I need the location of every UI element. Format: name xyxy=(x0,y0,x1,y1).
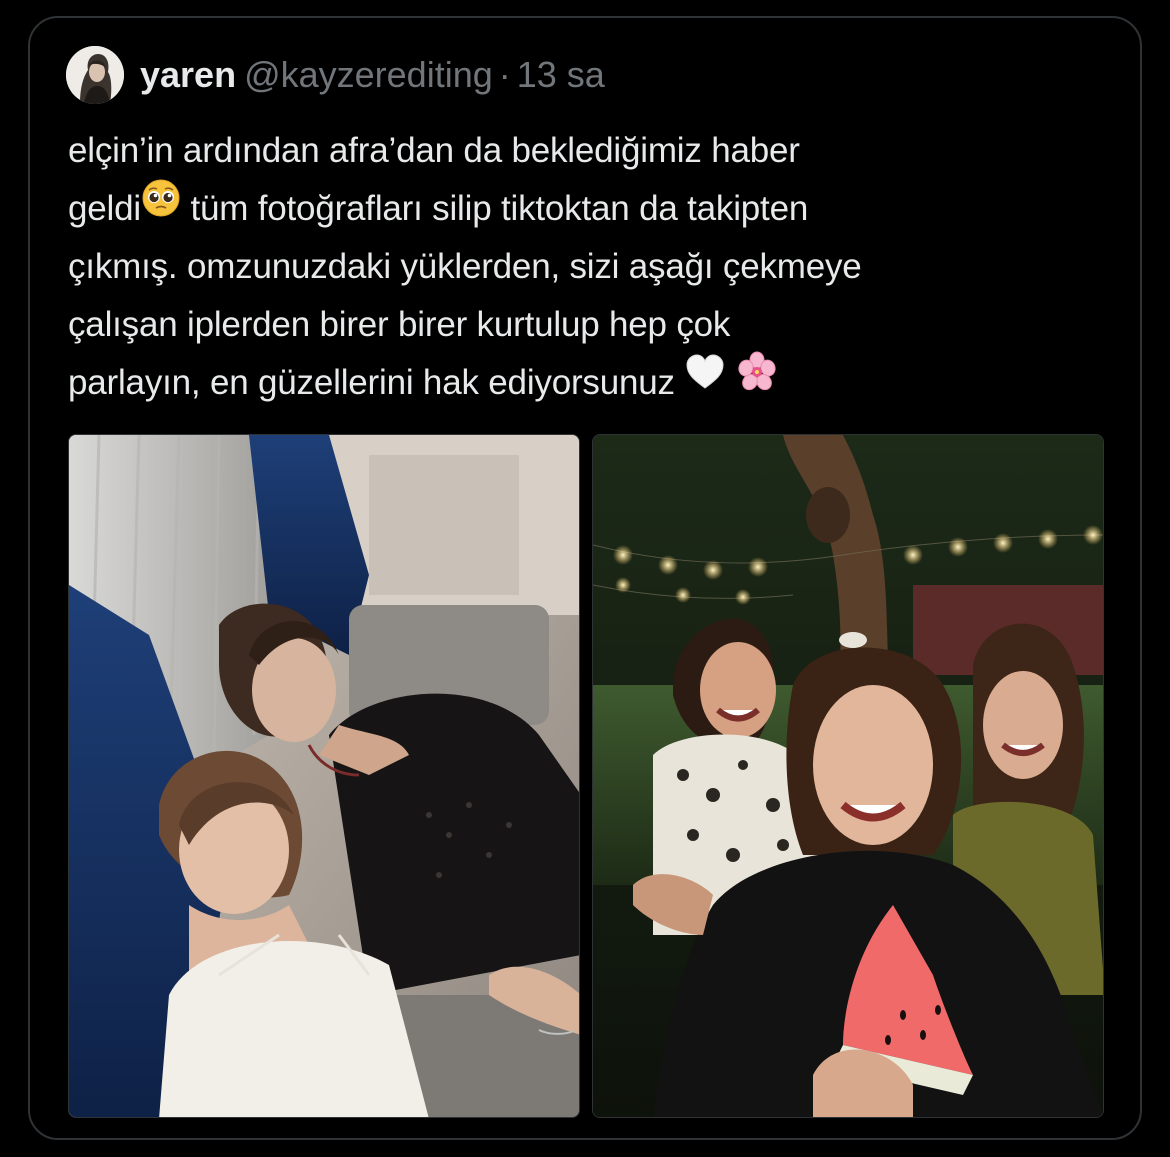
tweet-card[interactable]: yaren @kayzerediting · 13 sa elçin’in ar… xyxy=(28,16,1142,1140)
tweet-text-line: geldi tüm fotoğrafları silip tiktoktan d… xyxy=(68,178,1118,238)
tweet-text-segment: tüm fotoğrafları silip tiktoktan da taki… xyxy=(180,189,809,228)
pleading-face-emoji-icon xyxy=(141,178,181,236)
tweet-text: elçin’in ardından afra’dan da beklediğim… xyxy=(68,122,1118,412)
tweet-text-line: çıkmış. omzunuzdaki yüklerden, sizi aşağ… xyxy=(68,247,862,286)
cherry-blossom-emoji-icon xyxy=(736,351,778,411)
white-heart-emoji-icon xyxy=(684,352,726,410)
tweet-timestamp[interactable]: 13 sa xyxy=(517,54,605,96)
separator-dot: · xyxy=(498,54,511,95)
tweet-text-segment: geldi xyxy=(68,189,141,228)
tweet-text-line: parlayın, en güzellerini hak ediyorsunuz xyxy=(68,351,1118,412)
photo-friends-night-selfie[interactable] xyxy=(592,434,1104,1118)
tweet-header: yaren @kayzerediting · 13 sa xyxy=(66,46,605,104)
tweet-text-segment: parlayın, en güzellerini hak ediyorsunuz xyxy=(68,363,675,402)
author-handle[interactable]: @kayzerediting xyxy=(244,54,493,96)
tweet-text-line: elçin’in ardından afra’dan da beklediğim… xyxy=(68,131,800,170)
avatar[interactable] xyxy=(66,46,124,104)
photo-two-women-on-couch[interactable] xyxy=(68,434,580,1118)
tweet-text-line: çalışan iplerden birer birer kurtulup he… xyxy=(68,305,731,344)
author-display-name[interactable]: yaren xyxy=(140,54,236,96)
